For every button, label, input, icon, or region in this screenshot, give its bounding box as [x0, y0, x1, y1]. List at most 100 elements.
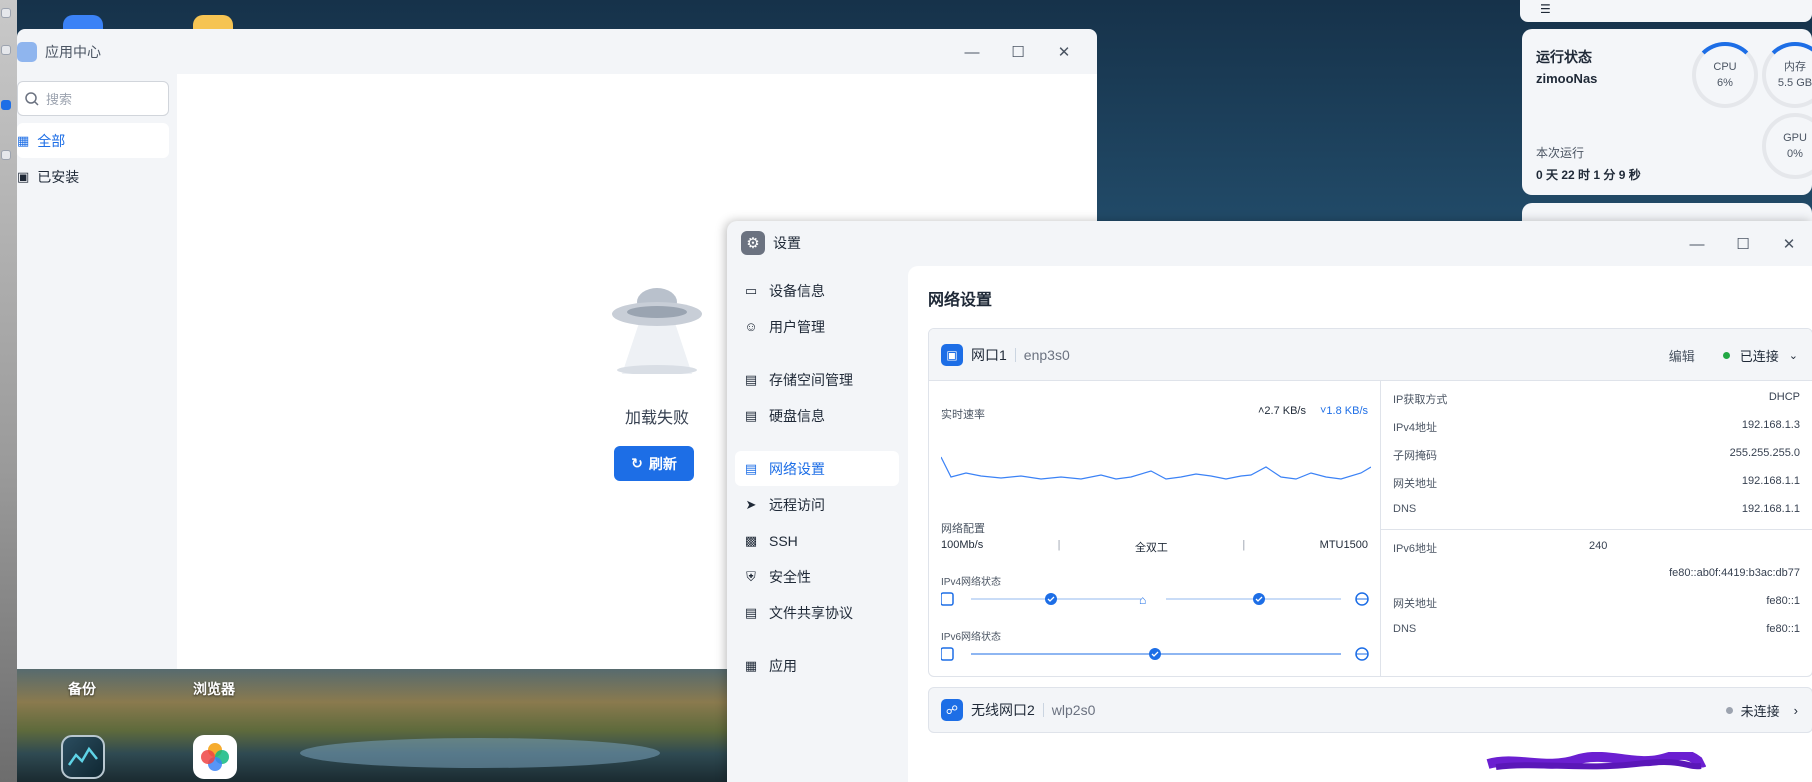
- close-icon[interactable]: ✕: [1041, 29, 1087, 75]
- file-share-icon: ▤: [744, 604, 758, 620]
- search-input[interactable]: 搜索: [17, 81, 169, 116]
- ipv6-state-label: IPv6网络状态: [941, 632, 1002, 643]
- desktop-label-browser[interactable]: 浏览器: [193, 679, 235, 699]
- nav-item-storage[interactable]: ▤ 存储空间管理: [735, 362, 899, 397]
- refresh-label: 刷新: [648, 455, 677, 472]
- nav-item-disk-info[interactable]: ▤ 硬盘信息: [735, 398, 899, 433]
- dock-item[interactable]: [1, 8, 11, 18]
- nav-item-label: 远程访问: [769, 496, 825, 513]
- port2-card[interactable]: ☍ 无线网口2 wlp2s0 未连接 ›: [928, 687, 1812, 733]
- installed-icon: ▣: [17, 168, 30, 184]
- port1-status: 已连接: [1739, 348, 1779, 364]
- gauge-value: 6%: [1717, 77, 1733, 89]
- network-icon: ▤: [744, 460, 758, 476]
- ethernet-port-icon: ▣: [941, 343, 963, 366]
- port2-name: 无线网口2: [971, 702, 1035, 718]
- speed-label: 实时速率: [941, 409, 985, 421]
- nav-item-security[interactable]: ⛨ 安全性: [735, 559, 899, 594]
- gauge-name: 内存: [1784, 60, 1806, 73]
- gauge-value: 5.5 GB: [1777, 77, 1812, 89]
- nav-item-label: 应用: [769, 657, 797, 674]
- settings-titlebar[interactable]: ⚙ 设置: [727, 221, 1812, 265]
- close-icon[interactable]: ✕: [1766, 221, 1812, 267]
- nav-item-remote-access[interactable]: ➤ 远程访问: [735, 487, 899, 522]
- ufo-illustration-icon: [612, 288, 702, 374]
- config-label: 网络配置: [941, 523, 985, 535]
- section-title: 网络设置: [928, 292, 993, 309]
- nav-item-device-info[interactable]: ▭ 设备信息: [735, 273, 899, 308]
- gpu-gauge[interactable]: GPU 0%: [1762, 113, 1812, 179]
- mtu-value: MTU1500: [1319, 539, 1368, 551]
- search-icon: [25, 91, 39, 106]
- photos-app-icon[interactable]: [193, 735, 237, 779]
- port1-name: 网口1: [971, 346, 1007, 363]
- dock-item[interactable]: [1, 150, 11, 160]
- nav-item-label: 用户管理: [769, 318, 825, 335]
- nav-item-network[interactable]: ▤ 网络设置: [735, 451, 899, 486]
- sidebar-item-label: 已安装: [37, 168, 80, 185]
- maximize-icon[interactable]: ☐: [995, 29, 1041, 75]
- sidebar-item-label: 全部: [37, 132, 66, 149]
- sidebar-item-installed[interactable]: ▣ 已安装: [17, 159, 169, 194]
- port1-device: enp3s0: [1023, 346, 1070, 363]
- settings-main: 网络设置 ▣ 网口1 enp3s0 编辑 已连接 ⌄ 实时速率 ˄2.7 KB/…: [908, 266, 1812, 782]
- load-failed-text: 加载失败: [624, 410, 689, 427]
- duplex-mode: 全双工: [1134, 542, 1168, 554]
- port2-device: wlp2s0: [1051, 702, 1096, 718]
- edit-link[interactable]: 编辑: [1669, 346, 1695, 365]
- disk-icon: ▤: [744, 407, 758, 423]
- dock-item-active[interactable]: [1, 100, 11, 110]
- user-icon: ☺: [744, 319, 758, 334]
- download-speed: ˅1.8 KB/s: [1319, 405, 1368, 417]
- minimize-icon[interactable]: —: [1674, 221, 1720, 267]
- monitor-app-icon[interactable]: [61, 735, 105, 779]
- nav-item-ssh[interactable]: ▩ SSH: [735, 523, 899, 558]
- config-values: 100Mb/s | 全双工 | MTU1500: [941, 539, 1368, 555]
- nav-item-label: 网络设置: [769, 460, 825, 477]
- refresh-button[interactable]: ↻ 刷新: [614, 446, 694, 481]
- port2-status: 未连接: [1740, 703, 1780, 719]
- traffic-line-chart: [941, 456, 1371, 480]
- remote-icon: ➤: [745, 496, 757, 512]
- status-widget-title: 运行状态: [1536, 49, 1592, 65]
- status-widget: 运行状态 zimooNas 本次运行 0 天 22 时 1 分 9 秒 CPU …: [1522, 29, 1812, 195]
- nav-item-label: 设备信息: [769, 282, 825, 299]
- dock-item[interactable]: [1, 45, 11, 55]
- divider: [1014, 347, 1016, 362]
- app-center-logo-icon: [17, 42, 37, 62]
- desktop-label-backup[interactable]: 备份: [68, 679, 96, 699]
- nav-item-apps[interactable]: ▦ 应用: [735, 648, 899, 683]
- device-icon: ▭: [744, 282, 758, 298]
- nav-item-file-sharing[interactable]: ▤ 文件共享协议: [735, 595, 899, 630]
- nav-item-user-management[interactable]: ☺ 用户管理: [735, 309, 899, 344]
- app-center-titlebar[interactable]: 应用中心: [17, 29, 1097, 75]
- minimize-icon[interactable]: —: [949, 29, 995, 75]
- gauge-name: GPU: [1783, 131, 1807, 144]
- ip-info-row: IP获取方式 DHCP: [1393, 391, 1800, 406]
- cpu-gauge[interactable]: CPU 6%: [1692, 42, 1758, 108]
- filter-icon[interactable]: ☰: [1540, 2, 1551, 16]
- maximize-icon[interactable]: ☐: [1720, 221, 1766, 267]
- sidebar-item-all[interactable]: ▦ 全部: [17, 123, 169, 158]
- port1-header[interactable]: ▣ 网口1 enp3s0 编辑 已连接 ⌄: [929, 329, 1812, 381]
- divider: |: [1242, 539, 1246, 551]
- ip-info-row: DNS 192.168.1.1: [1393, 503, 1800, 515]
- divider: [1381, 529, 1812, 530]
- search-placeholder: 搜索: [46, 92, 73, 107]
- settings-window: ⚙ 设置 — ☐ ✕ ▭ 设备信息 ☺ 用户管理 ▤ 存储空间管理 ▤ 硬盘信息…: [727, 221, 1812, 782]
- apps-icon: ▦: [744, 657, 758, 673]
- ssh-icon: ▩: [744, 532, 758, 548]
- uptime-label: 本次运行: [1536, 146, 1585, 160]
- connected-status-dot: [1722, 351, 1730, 359]
- divider: [1042, 703, 1044, 717]
- refresh-icon: ↻: [631, 455, 643, 471]
- left-dock: [0, 0, 17, 782]
- settings-title: 设置: [773, 235, 801, 251]
- memory-gauge[interactable]: 内存 5.5 GB: [1762, 42, 1812, 108]
- chevron-down-icon[interactable]: ⌄: [1789, 349, 1798, 362]
- widget-top-bar: ☰: [1520, 0, 1812, 22]
- redaction-scribble: [1486, 752, 1706, 770]
- chevron-right-icon[interactable]: ›: [1794, 703, 1798, 718]
- port1-traffic-panel: 实时速率 ˄2.7 KB/s ˅1.8 KB/s 网络配置 100Mb/s | …: [929, 381, 1381, 676]
- ipv6-addr-row: IPv6地址 240: [1393, 540, 1608, 555]
